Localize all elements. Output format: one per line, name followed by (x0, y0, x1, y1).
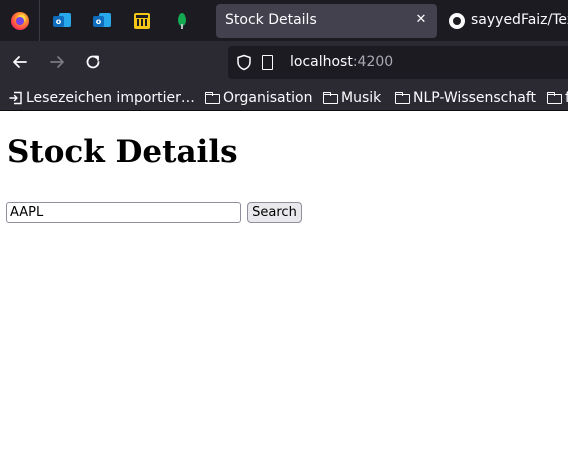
bookmark-folder-organisation[interactable]: Organisation (205, 88, 312, 107)
forward-button[interactable] (46, 51, 68, 73)
tab-title: sayyedFaiz/Tex (471, 12, 568, 28)
tab-title: Stock Details (225, 12, 317, 28)
stock-symbol-input[interactable] (6, 202, 241, 223)
folder-icon (547, 91, 562, 104)
tab-strip: Stock Details ✕ sayyedFaiz/Tex (0, 0, 568, 41)
url-host: localhost (290, 54, 353, 70)
folder-icon (205, 91, 220, 104)
folder-icon (323, 91, 338, 104)
folder-icon (395, 91, 410, 104)
bookmark-folder-musik[interactable]: Musik (323, 88, 381, 107)
firefox-icon (11, 11, 29, 30)
close-icon[interactable]: ✕ (413, 10, 429, 30)
tab-stock-details[interactable]: Stock Details ✕ (216, 4, 437, 38)
import-icon (9, 91, 22, 104)
pinned-tab-outlook-1[interactable] (42, 0, 82, 41)
navigation-bar: localhost:4200 (0, 41, 568, 84)
arrow-left-icon (13, 56, 27, 68)
pinned-separator (39, 0, 40, 41)
page-icon (262, 55, 273, 70)
bookmark-label: Musik (341, 89, 382, 106)
url-text: localhost:4200 (290, 54, 393, 70)
bank-icon (134, 12, 150, 29)
reload-icon (86, 55, 100, 69)
url-port: :4200 (352, 54, 394, 70)
bookmark-import[interactable]: Lesezeichen importier… (9, 88, 195, 107)
arrow-right-icon (50, 56, 64, 68)
page-title: Stock Details (7, 134, 238, 170)
bookmark-label: NLP-Wissenschaft (413, 89, 537, 106)
pinned-tab-bank[interactable] (122, 0, 162, 41)
page-content: Stock Details Search (0, 112, 568, 451)
pinned-tab-outlook-2[interactable] (82, 0, 122, 41)
back-button[interactable] (9, 51, 31, 73)
search-button[interactable]: Search (247, 202, 302, 223)
github-icon (449, 13, 465, 29)
address-bar[interactable]: localhost:4200 (228, 46, 568, 79)
bookmarks-bar: Lesezeichen importier… Organisation Musi… (0, 84, 568, 111)
bookmark-folder-overflow[interactable]: f (547, 88, 568, 107)
pinned-tab-mongodb[interactable] (162, 0, 202, 41)
tab-github[interactable]: sayyedFaiz/Tex (448, 4, 568, 38)
reload-button[interactable] (82, 51, 104, 73)
outlook-icon (93, 12, 111, 30)
outlook-icon (53, 12, 71, 30)
bookmark-label: Organisation (223, 89, 313, 106)
bookmark-folder-nlp-wissenschaft[interactable]: NLP-Wissenschaft (395, 88, 536, 107)
firefox-menu-tab[interactable] (0, 0, 40, 41)
shield-icon[interactable] (236, 54, 252, 71)
bookmark-label: Lesezeichen importier… (26, 89, 195, 106)
mongodb-leaf-icon (177, 12, 187, 30)
